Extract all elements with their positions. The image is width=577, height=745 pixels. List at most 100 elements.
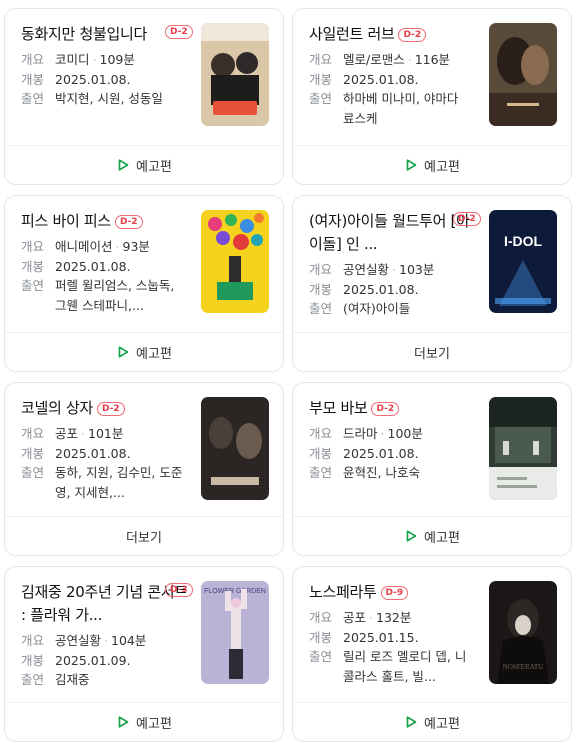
separator-dot: · xyxy=(392,262,396,277)
runtime-value: 101분 xyxy=(88,426,124,441)
cast-value[interactable]: (여자)아이들 xyxy=(343,299,473,319)
overview-label: 개요 xyxy=(309,610,333,625)
play-icon xyxy=(118,716,129,728)
release-label: 개봉 xyxy=(309,281,333,297)
dday-badge: D-2 xyxy=(114,215,143,229)
release-label: 개봉 xyxy=(309,629,333,645)
separator-dot: · xyxy=(81,426,85,441)
movie-title[interactable]: 사일런트 러브 D-2 xyxy=(309,23,481,46)
runtime-value: 103분 xyxy=(399,262,435,277)
release-date: 2025.01.08. xyxy=(55,258,131,274)
cast-value[interactable]: 박지현, 시원, 성동일 xyxy=(55,89,185,109)
cast-value[interactable]: 퍼렐 윌리엄스, 스눕독, 그웬 스테파니,... xyxy=(55,276,185,315)
movie-title[interactable]: 피스 바이 피스 D-2 xyxy=(21,210,193,233)
overview-label: 개요 xyxy=(309,52,333,67)
cast-label: 출연 xyxy=(309,465,333,480)
movie-poster[interactable]: I-DOL xyxy=(489,210,557,313)
release-label: 개봉 xyxy=(21,445,45,461)
svg-text:I-DOL: I-DOL xyxy=(504,233,543,249)
cast-value[interactable]: 하마베 미나미, 야마다 료스케 xyxy=(343,89,473,128)
overview-label: 개요 xyxy=(21,52,45,67)
cast-label: 출연 xyxy=(21,91,45,106)
play-icon xyxy=(406,530,417,542)
release-label: 개봉 xyxy=(21,652,45,668)
genre-value[interactable]: 드라마 xyxy=(343,426,378,441)
trailer-button[interactable]: 예고편 xyxy=(5,332,283,371)
genre-value[interactable]: 멜로/로맨스 xyxy=(343,52,405,67)
movie-title-text[interactable]: 사일런트 러브 xyxy=(309,25,395,43)
trailer-button[interactable]: 예고편 xyxy=(293,702,571,741)
movie-title-text[interactable]: (여자)아이들 월드투어 [아이돌] 인 ... xyxy=(309,212,470,253)
runtime-value: 100분 xyxy=(387,426,423,441)
cast-value[interactable]: 릴리 로즈 멜로디 뎁, 니콜라스 홀트, 빌... xyxy=(343,647,473,686)
movie-card[interactable]: 동화지만 청불입니다 D-2 개요 코미디 · 109분 개봉 2025.01.08… xyxy=(4,8,284,185)
action-label: 예고편 xyxy=(136,346,172,362)
release-label: 개봉 xyxy=(309,445,333,461)
overview-label: 개요 xyxy=(21,426,45,441)
movie-title[interactable]: 부모 바보 D-2 xyxy=(309,397,481,420)
movie-poster[interactable] xyxy=(489,397,557,500)
genre-value[interactable]: 공연실황 xyxy=(55,633,101,648)
separator-dot: · xyxy=(380,426,385,441)
trailer-button[interactable]: 예고편 xyxy=(293,516,571,555)
genre-value[interactable]: 코미디 xyxy=(55,52,90,67)
cast-value[interactable]: 동하, 지원, 김수민, 도준영, 지세현,... xyxy=(55,463,185,502)
separator-dot: · xyxy=(407,52,412,67)
genre-value[interactable]: 공포 xyxy=(343,610,366,625)
cast-label: 출연 xyxy=(309,91,333,106)
movie-card[interactable]: (여자)아이들 월드투어 [아이돌] 인 ... D-2 개요 공연실황 · 103… xyxy=(292,195,572,372)
movie-title-text[interactable]: 노스페라투 xyxy=(309,583,377,601)
dday-badge: D-2 xyxy=(165,25,193,39)
movie-poster[interactable]: FLOWER GARDEN xyxy=(201,581,269,684)
cast-value[interactable]: 윤혁진, 나호숙 xyxy=(343,463,473,483)
movie-card[interactable]: 코넬의 상자 D-2 개요 공포 · 101분 개봉 2025.01.08. 출연 동… xyxy=(4,382,284,556)
dday-badge: D-3 xyxy=(165,583,193,597)
release-date: 2025.01.08. xyxy=(55,445,131,461)
runtime-value: 109분 xyxy=(99,52,135,67)
movie-poster[interactable] xyxy=(201,210,269,313)
movie-title-text[interactable]: 김재중 20주년 기념 콘서트 : 플라워 가... xyxy=(21,583,188,624)
release-date: 2025.01.08. xyxy=(343,71,419,87)
movie-card[interactable]: 노스페라투 D-9 개요 공포 · 132분 개봉 2025.01.15. 출연 릴리… xyxy=(292,566,572,742)
cast-value[interactable]: 김재중 xyxy=(55,670,185,690)
genre-value[interactable]: 공연실황 xyxy=(343,262,389,277)
movie-card[interactable]: 사일런트 러브 D-2 개요 멜로/로맨스 · 116분 개봉 2025.01.08.… xyxy=(292,8,572,185)
movie-title[interactable]: 코넬의 상자 D-2 xyxy=(21,397,193,420)
action-label: 더보기 xyxy=(414,346,450,362)
genre-value[interactable]: 공포 xyxy=(55,426,78,441)
overview-label: 개요 xyxy=(21,239,45,254)
action-label: 예고편 xyxy=(424,530,460,546)
play-icon xyxy=(406,716,417,728)
trailer-button[interactable]: 예고편 xyxy=(293,145,571,184)
overview-label: 개요 xyxy=(309,426,333,441)
movie-card[interactable]: 김재중 20주년 기념 콘서트 : 플라워 가... D-3 개요 공연실황 · 1… xyxy=(4,566,284,742)
movie-title-text[interactable]: 동화지만 청불입니다 xyxy=(21,25,147,43)
release-date: 2025.01.08. xyxy=(343,281,419,297)
movie-title-text[interactable]: 피스 바이 피스 xyxy=(21,212,111,230)
release-label: 개봉 xyxy=(309,71,333,87)
movie-poster[interactable] xyxy=(201,23,269,126)
movie-title-text[interactable]: 부모 바보 xyxy=(309,399,368,417)
movie-title[interactable]: 노스페라투 D-9 xyxy=(309,581,481,604)
genre-value[interactable]: 애니메이션 xyxy=(55,239,113,254)
more-button[interactable]: 더보기 xyxy=(293,332,571,371)
cast-label: 출연 xyxy=(21,672,45,687)
movie-poster[interactable] xyxy=(201,397,269,500)
release-date: 2025.01.15. xyxy=(343,629,419,645)
movie-poster[interactable]: NOSFERATU xyxy=(489,581,557,684)
trailer-button[interactable]: 예고편 xyxy=(5,145,283,184)
release-date: 2025.01.08. xyxy=(55,71,131,87)
more-button[interactable]: 더보기 xyxy=(5,516,283,555)
trailer-button[interactable]: 예고편 xyxy=(5,702,283,741)
dday-badge: D-9 xyxy=(380,586,409,600)
separator-dot: · xyxy=(104,633,108,648)
movie-card[interactable]: 피스 바이 피스 D-2 개요 애니메이션 · 93분 개봉 2025.01.08. … xyxy=(4,195,284,372)
movie-poster[interactable] xyxy=(489,23,557,126)
dday-badge: D-2 xyxy=(371,402,400,416)
movie-card[interactable]: 부모 바보 D-2 개요 드라마 · 100분 개봉 2025.01.08. 출연 윤… xyxy=(292,382,572,556)
release-label: 개봉 xyxy=(21,258,45,274)
play-icon xyxy=(118,346,129,358)
svg-text:FLOWER GARDEN: FLOWER GARDEN xyxy=(204,588,266,595)
dday-badge: D-2 xyxy=(96,402,125,416)
movie-title-text[interactable]: 코넬의 상자 xyxy=(21,399,93,417)
